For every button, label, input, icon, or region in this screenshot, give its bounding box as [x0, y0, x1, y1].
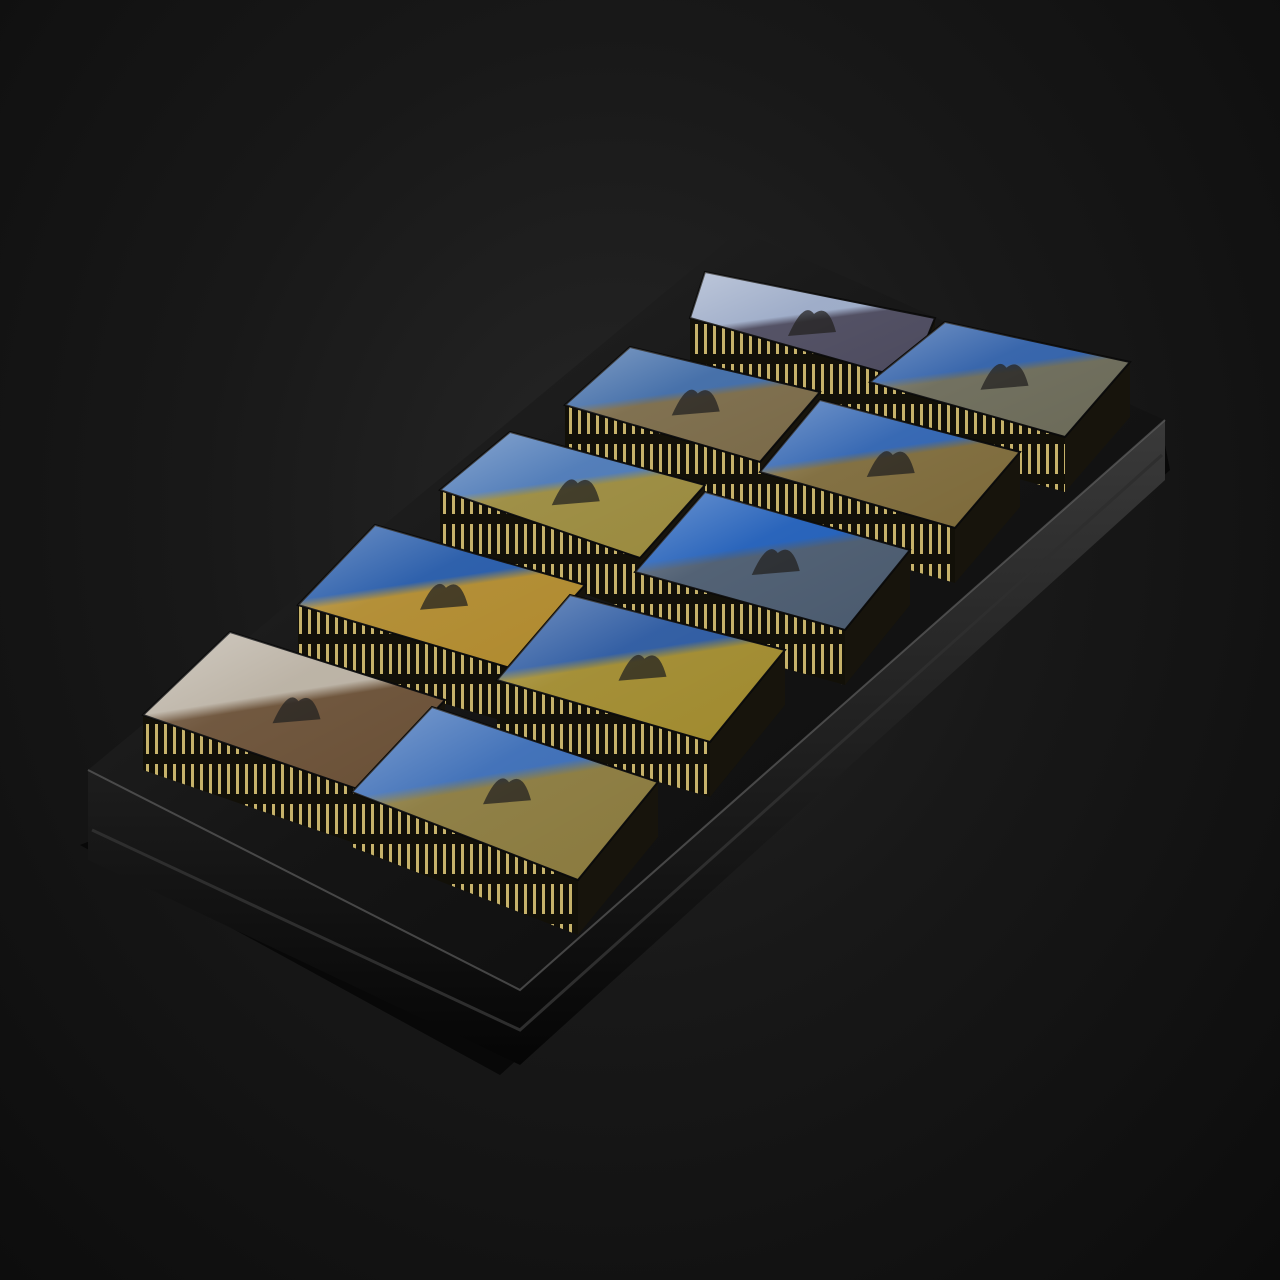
photo-scene: [0, 0, 1280, 1280]
tray-illustration: [80, 230, 1170, 1075]
